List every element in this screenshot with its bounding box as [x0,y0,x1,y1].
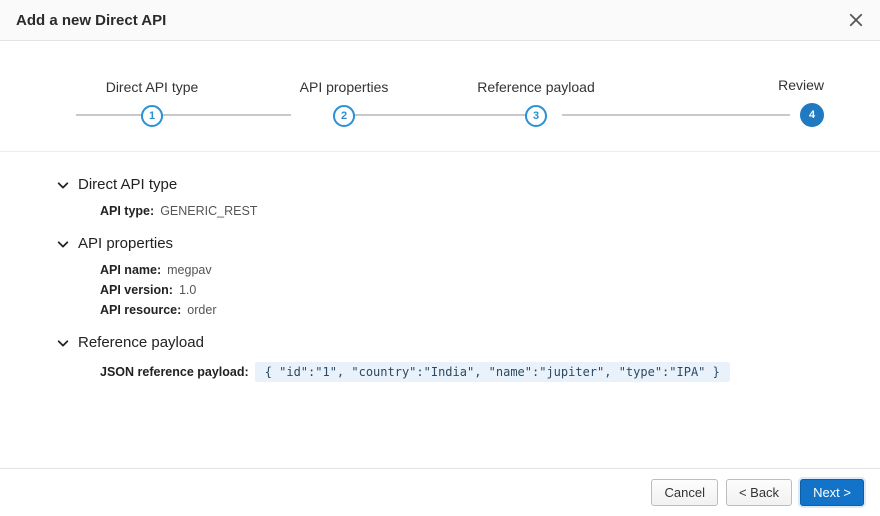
section-api-properties: API properties API name megpav API versi… [56,235,824,320]
step-reference-payload[interactable]: Reference payload 3 [440,79,632,127]
section-header[interactable]: API properties [56,235,824,252]
step-review[interactable]: Review 4 [632,77,824,127]
field-api-version: API version 1.0 [56,280,824,300]
field-label: API name [100,263,161,277]
field-label: API resource [100,303,181,317]
field-value: megpav [167,263,211,277]
field-label: API version [100,283,173,297]
titlebar: Add a new Direct API [0,0,880,41]
field-api-name: API name megpav [56,260,824,280]
dialog-title: Add a new Direct API [16,12,166,29]
step-label: Reference payload [477,79,595,95]
close-icon[interactable] [846,10,866,30]
section-title: API properties [78,235,173,252]
field-value: 1.0 [179,283,196,297]
field-value: { "id":"1", "country":"India", "name":"j… [255,362,730,382]
field-api-resource: API resource order [56,300,824,320]
chevron-down-icon [56,237,70,251]
chevron-down-icon [56,178,70,192]
field-value: GENERIC_REST [160,204,257,218]
step-label: API properties [300,79,389,95]
field-value: order [187,303,216,317]
stepper: Direct API type 1 API properties 2 Refer… [0,41,880,152]
field-label: API type [100,204,154,218]
step-api-properties[interactable]: API properties 2 [248,79,440,127]
step-circle: 2 [333,105,355,127]
cancel-button[interactable]: Cancel [651,479,717,506]
back-button[interactable]: < Back [726,479,792,506]
review-content: Direct API type API type GENERIC_REST AP… [0,152,880,468]
step-direct-api-type[interactable]: Direct API type 1 [56,79,248,127]
section-reference-payload: Reference payload JSON reference payload… [56,334,824,385]
dialog: Add a new Direct API Direct API type 1 A… [0,0,880,516]
field-json-reference-payload: JSON reference payload { "id":"1", "coun… [56,359,824,385]
section-direct-api-type: Direct API type API type GENERIC_REST [56,176,824,221]
step-label: Direct API type [106,79,199,95]
field-api-type: API type GENERIC_REST [56,201,824,221]
chevron-down-icon [56,336,70,350]
footer: Cancel < Back Next > [0,468,880,516]
step-label: Review [778,77,824,93]
step-circle: 4 [800,103,824,127]
step-circle: 1 [141,105,163,127]
section-header[interactable]: Direct API type [56,176,824,193]
section-title: Direct API type [78,176,177,193]
section-header[interactable]: Reference payload [56,334,824,351]
field-label: JSON reference payload [100,365,249,379]
next-button[interactable]: Next > [800,479,864,506]
section-title: Reference payload [78,334,204,351]
step-circle: 3 [525,105,547,127]
